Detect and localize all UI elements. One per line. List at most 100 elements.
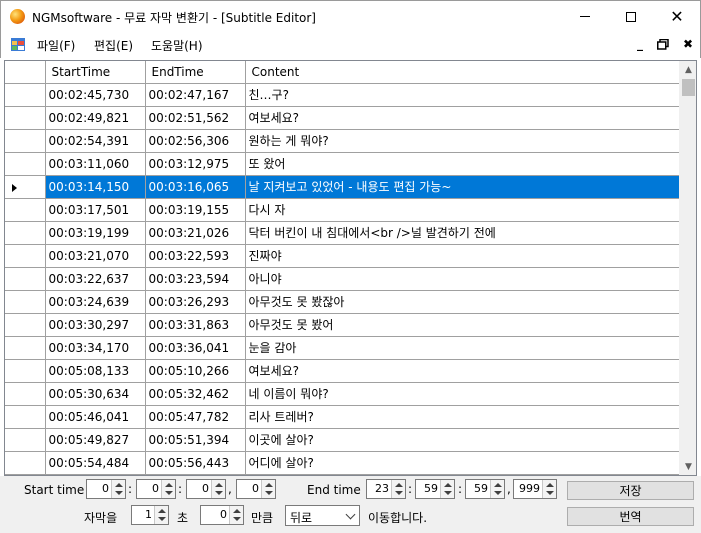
column-header-endtime[interactable]: EndTime (145, 61, 246, 84)
row-header[interactable] (5, 83, 46, 107)
column-header-row-selector[interactable] (5, 61, 46, 84)
cell-starttime[interactable]: 00:05:08,133 (45, 359, 146, 383)
column-header-content[interactable]: Content (245, 61, 680, 84)
cell-endtime[interactable]: 00:05:47,782 (145, 405, 246, 429)
cell-starttime[interactable]: 00:03:14,150 (45, 175, 146, 199)
subtitle-grid[interactable]: StartTime EndTime Content 00:02:45,730 00… (4, 60, 697, 476)
scroll-thumb[interactable] (682, 79, 695, 96)
cell-starttime[interactable]: 00:03:21,070 (45, 244, 146, 268)
row-header[interactable] (5, 451, 46, 475)
close-button[interactable]: ✕ (654, 1, 700, 32)
cell-endtime[interactable]: 00:03:19,155 (145, 198, 246, 222)
cell-endtime[interactable]: 00:05:32,462 (145, 382, 246, 406)
mdi-restore-button[interactable] (654, 35, 672, 53)
row-header[interactable] (5, 359, 46, 383)
start-ms-spinner[interactable]: 0 (236, 479, 276, 499)
cell-endtime[interactable]: 00:03:36,041 (145, 336, 246, 360)
cell-content[interactable]: 날 지켜보고 있었어 - 내용도 편집 가능~ (245, 175, 680, 199)
spinner-buttons[interactable] (542, 480, 556, 498)
cell-content[interactable]: 아무것도 못 봤잖아 (245, 290, 680, 314)
column-header-starttime[interactable]: StartTime (45, 61, 146, 84)
spinner-buttons[interactable] (229, 506, 243, 524)
row-header[interactable] (5, 428, 46, 452)
table-row[interactable]: 00:02:54,391 00:02:56,306 원하는 게 뭐야? (5, 129, 680, 153)
spinner-buttons[interactable] (111, 480, 125, 498)
end-ms-spinner[interactable]: 999 (513, 479, 557, 499)
row-header[interactable] (5, 313, 46, 337)
cell-starttime[interactable]: 00:03:30,297 (45, 313, 146, 337)
table-row[interactable]: 00:05:46,041 00:05:47,782 리사 트레버? (5, 405, 680, 429)
table-row[interactable]: 00:02:49,821 00:02:51,562 여보세요? (5, 106, 680, 130)
cell-starttime[interactable]: 00:02:49,821 (45, 106, 146, 130)
cell-starttime[interactable]: 00:02:45,730 (45, 83, 146, 107)
subtitle-count-spinner[interactable]: 1 (131, 505, 169, 525)
start-minute-spinner[interactable]: 0 (136, 479, 176, 499)
cell-content[interactable]: 아무것도 못 봤어 (245, 313, 680, 337)
cell-endtime[interactable]: 00:03:21,026 (145, 221, 246, 245)
spinner-buttons[interactable] (154, 506, 168, 524)
row-header[interactable] (5, 336, 46, 360)
cell-content[interactable]: 진짜야 (245, 244, 680, 268)
table-row[interactable]: 00:03:17,501 00:03:19,155 다시 자 (5, 198, 680, 222)
table-row[interactable]: 00:05:08,133 00:05:10,266 여보세요? (5, 359, 680, 383)
cell-content[interactable]: 이곳에 살아? (245, 428, 680, 452)
spinner-buttons[interactable] (211, 480, 225, 498)
row-header[interactable] (5, 152, 46, 176)
table-row[interactable]: 00:03:34,170 00:03:36,041 눈을 감아 (5, 336, 680, 360)
table-row[interactable]: 00:03:11,060 00:03:12,975 또 왔어 (5, 152, 680, 176)
mdi-close-button[interactable]: ✖ (679, 35, 697, 53)
end-second-spinner[interactable]: 59 (465, 479, 505, 499)
row-header[interactable] (5, 175, 46, 199)
cell-endtime[interactable]: 00:03:22,593 (145, 244, 246, 268)
scroll-up-icon[interactable]: ▲ (680, 61, 696, 78)
row-header[interactable] (5, 405, 46, 429)
spinner-buttons[interactable] (161, 480, 175, 498)
row-header[interactable] (5, 382, 46, 406)
row-header[interactable] (5, 244, 46, 268)
spinner-buttons[interactable] (490, 480, 504, 498)
table-row[interactable]: 00:03:22,637 00:03:23,594 아니야 (5, 267, 680, 291)
save-button[interactable]: 저장 (567, 481, 694, 500)
direction-select[interactable]: 뒤로 (285, 505, 360, 526)
row-header[interactable] (5, 267, 46, 291)
menu-file[interactable]: 파일(F) (37, 37, 75, 54)
end-hour-spinner[interactable]: 23 (366, 479, 406, 499)
row-header[interactable] (5, 290, 46, 314)
row-header[interactable] (5, 198, 46, 222)
menu-help[interactable]: 도움말(H) (151, 37, 203, 54)
cell-endtime[interactable]: 00:03:16,065 (145, 175, 246, 199)
cell-endtime[interactable]: 00:03:12,975 (145, 152, 246, 176)
spinner-buttons[interactable] (391, 480, 405, 498)
cell-endtime[interactable]: 00:03:31,863 (145, 313, 246, 337)
cell-starttime[interactable]: 00:05:46,041 (45, 405, 146, 429)
cell-content[interactable]: 아니야 (245, 267, 680, 291)
cell-endtime[interactable]: 00:02:56,306 (145, 129, 246, 153)
cell-endtime[interactable]: 00:03:26,293 (145, 290, 246, 314)
cell-starttime[interactable]: 00:05:30,634 (45, 382, 146, 406)
cell-content[interactable]: 다시 자 (245, 198, 680, 222)
scroll-down-icon[interactable]: ▼ (680, 458, 696, 475)
cell-starttime[interactable]: 00:03:22,637 (45, 267, 146, 291)
cell-content[interactable]: 어디에 살아? (245, 451, 680, 475)
table-row[interactable]: 00:03:30,297 00:03:31,863 아무것도 못 봤어 (5, 313, 680, 337)
table-row[interactable]: 00:02:45,730 00:02:47,167 친…구? (5, 83, 680, 107)
table-row[interactable]: 00:03:21,070 00:03:22,593 진짜야 (5, 244, 680, 268)
cell-starttime[interactable]: 00:02:54,391 (45, 129, 146, 153)
cell-starttime[interactable]: 00:03:19,199 (45, 221, 146, 245)
menu-edit[interactable]: 편집(E) (94, 37, 133, 54)
cell-content[interactable]: 닥터 버킨이 내 침대에서<br />널 발견하기 전에 (245, 221, 680, 245)
cell-starttime[interactable]: 00:03:34,170 (45, 336, 146, 360)
minimize-button[interactable] (562, 1, 608, 32)
maximize-button[interactable] (608, 1, 654, 32)
table-row[interactable]: 00:03:19,199 00:03:21,026 닥터 버킨이 내 침대에서<br… (5, 221, 680, 245)
translate-button[interactable]: 번역 (567, 507, 694, 526)
cell-content[interactable]: 친…구? (245, 83, 680, 107)
end-minute-spinner[interactable]: 59 (415, 479, 455, 499)
cell-endtime[interactable]: 00:05:56,443 (145, 451, 246, 475)
cell-endtime[interactable]: 00:05:51,394 (145, 428, 246, 452)
cell-starttime[interactable]: 00:05:49,827 (45, 428, 146, 452)
start-hour-spinner[interactable]: 0 (86, 479, 126, 499)
cell-endtime[interactable]: 00:02:47,167 (145, 83, 246, 107)
start-second-spinner[interactable]: 0 (186, 479, 226, 499)
seconds-spinner[interactable]: 0 (200, 505, 244, 525)
